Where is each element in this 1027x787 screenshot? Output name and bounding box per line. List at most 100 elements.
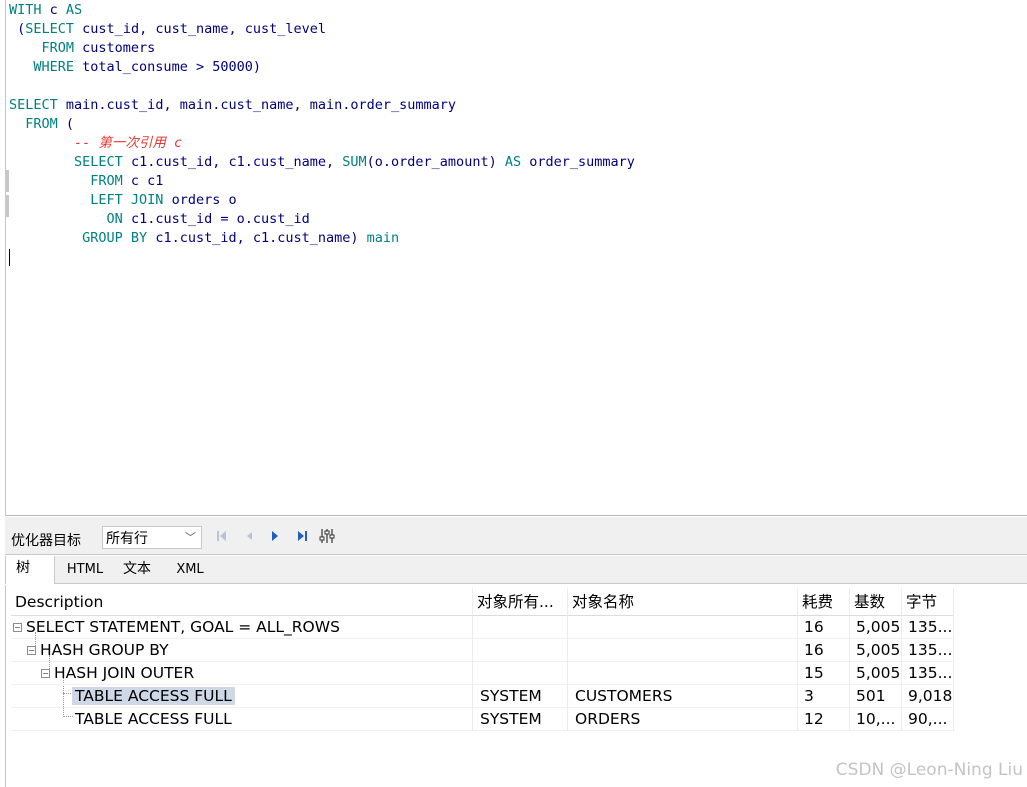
column-settings-icon[interactable] — [319, 528, 335, 548]
code-text: ( — [9, 21, 26, 37]
plan-row-description-text: TABLE ACCESS FULL — [72, 687, 235, 705]
code-keyword: ON — [106, 211, 123, 227]
code-text: orders o — [163, 192, 237, 208]
plan-row-owner — [473, 662, 568, 685]
code-text: total_consume > 50000) — [74, 59, 261, 75]
plan-row-cost: 16 — [798, 639, 850, 662]
code-line: WHERE total_consume > 50000) — [9, 58, 635, 77]
header-object-name[interactable]: 对象名称 — [568, 588, 798, 616]
plan-row-description: TABLE ACCESS FULL — [11, 708, 473, 731]
plan-row-cardinality: 10,... — [850, 708, 902, 731]
optimizer-goal-select[interactable]: 所有行 ﹀ — [102, 526, 202, 549]
code-text: (o.order_amount) — [366, 154, 505, 170]
code-keyword: AS — [504, 154, 522, 170]
code-keyword: SUM — [342, 154, 367, 170]
code-text: order_summary — [521, 154, 635, 170]
plan-row-bytes: 135... — [902, 662, 954, 685]
header-cardinality[interactable]: 基数 — [850, 588, 902, 616]
plan-row-description: TABLE ACCESS FULL — [11, 685, 473, 708]
collapse-icon[interactable]: − — [41, 669, 50, 678]
plan-row-object — [568, 662, 798, 685]
execution-plan-tree: Description 对象所有... 对象名称 耗费 基数 字节 − SELEC… — [5, 585, 1027, 787]
plan-row-description: − HASH GROUP BY — [11, 639, 473, 662]
code-text: main.cust_id, main.cust_name, main.order… — [57, 97, 457, 113]
code-line-cursor — [9, 248, 635, 267]
plan-row-bytes: 9,018 — [902, 685, 954, 708]
chevron-down-icon: ﹀ — [185, 531, 196, 544]
plan-row-description-text: HASH JOIN OUTER — [54, 664, 195, 682]
plan-row-cost: 12 — [798, 708, 850, 731]
optimizer-goal-label: 优化器目标 — [11, 533, 81, 549]
code-text: c — [41, 2, 66, 18]
sql-editor[interactable]: WITH c AS (SELECT cust_id, cust_name, cu… — [5, 0, 1027, 516]
plan-toolbar: 优化器目标 所有行 ﹀ — [5, 517, 1027, 555]
next-icon[interactable] — [271, 530, 279, 546]
plan-row-owner — [473, 616, 568, 639]
code-keyword: SELECT — [25, 21, 75, 37]
header-object-owner[interactable]: 对象所有... — [473, 588, 568, 616]
plan-row-description-text: SELECT STATEMENT, GOAL = ALL_ROWS — [26, 618, 340, 636]
plan-row-object — [568, 639, 798, 662]
header-cost[interactable]: 耗费 — [798, 588, 850, 616]
plan-row-description: − HASH JOIN OUTER — [11, 662, 473, 685]
code-keyword: GROUP BY — [82, 230, 148, 246]
code-text: ( — [57, 116, 75, 132]
plan-row-cardinality: 501 — [850, 685, 902, 708]
header-description[interactable]: Description — [11, 588, 473, 616]
code-line: ON c1.cust_id = o.cust_id — [9, 210, 635, 229]
plan-row-cardinality: 5,005 — [850, 616, 902, 639]
code-text: cust_id, cust_name, cust_level — [74, 21, 327, 37]
plan-row-bytes: 90,... — [902, 708, 954, 731]
code-keyword: SELECT — [9, 97, 58, 113]
code-keyword: AS — [65, 2, 83, 18]
collapse-icon[interactable]: − — [27, 646, 36, 655]
plan-row-cardinality: 5,005 — [850, 639, 902, 662]
code-line: SELECT c1.cust_id, c1.cust_name, SUM(o.o… — [9, 153, 635, 172]
tab-text[interactable]: 文本 — [113, 556, 161, 583]
code-line: SELECT main.cust_id, main.cust_name, mai… — [9, 96, 635, 115]
code-keyword: FROM — [25, 116, 58, 132]
previous-icon[interactable] — [245, 530, 253, 546]
tab-text-label: 文本 — [123, 561, 151, 577]
plan-row-description: − SELECT STATEMENT, GOAL = ALL_ROWS — [11, 616, 473, 639]
last-page-icon[interactable] — [297, 530, 308, 546]
tab-html[interactable]: HTML — [59, 556, 111, 583]
plan-row-cost: 3 — [798, 685, 850, 708]
code-keyword: SELECT — [74, 154, 123, 170]
optimizer-goal-value: 所有行 — [106, 531, 148, 547]
tab-xml-label: XML — [176, 562, 204, 577]
code-line: FROM ( — [9, 115, 635, 134]
header-bytes[interactable]: 字节 — [902, 588, 954, 616]
plan-row-owner — [473, 639, 568, 662]
sql-code[interactable]: WITH c AS (SELECT cust_id, cust_name, cu… — [9, 1, 635, 267]
code-keyword: FROM — [41, 40, 75, 56]
plan-row-bytes: 135... — [902, 616, 954, 639]
code-line: FROM customers — [9, 39, 635, 58]
plan-row-object — [568, 616, 798, 639]
code-text: c1.cust_id, c1.cust_name, — [122, 154, 343, 170]
collapse-icon[interactable]: − — [13, 623, 22, 632]
plan-row-cost: 16 — [798, 616, 850, 639]
code-keyword: WITH — [9, 2, 42, 18]
tab-xml[interactable]: XML — [167, 556, 213, 583]
first-page-icon[interactable] — [216, 530, 227, 546]
watermark: CSDN @Leon-Ning Liu — [835, 760, 1023, 780]
code-line: LEFT JOIN orders o — [9, 191, 635, 210]
tab-tree[interactable]: 树 — [5, 556, 55, 584]
code-keyword: FROM — [90, 173, 123, 189]
plan-row-description-text: HASH GROUP BY — [40, 641, 169, 659]
plan-row-cost: 15 — [798, 662, 850, 685]
plan-row-cardinality: 5,005 — [850, 662, 902, 685]
code-comment: -- 第一次引用 c — [74, 135, 183, 151]
plan-row-object: CUSTOMERS — [568, 685, 798, 708]
plan-row-owner: SYSTEM — [473, 708, 568, 731]
